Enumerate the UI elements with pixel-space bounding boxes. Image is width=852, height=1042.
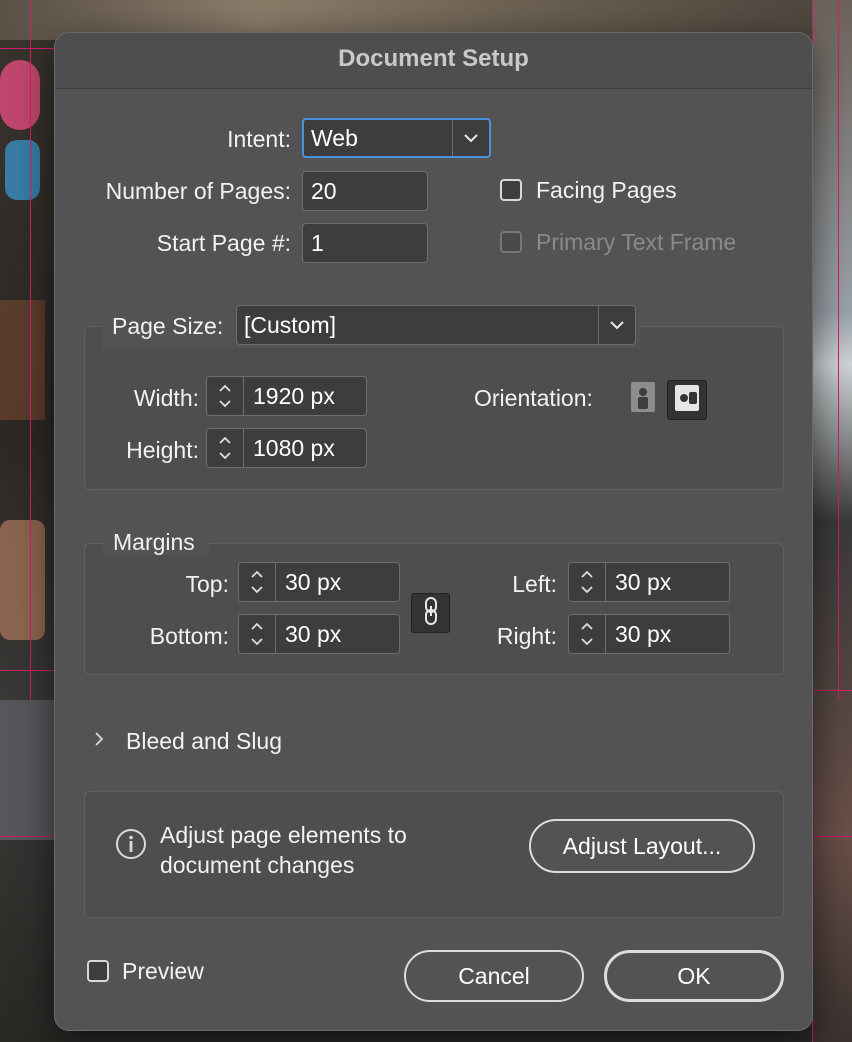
chain-link-icon	[423, 596, 439, 631]
start-page-label: Start Page #:	[156, 230, 291, 256]
intent-dropdown[interactable]: Web	[302, 118, 491, 158]
margin-right-label: Right:	[496, 623, 557, 649]
dialog-titlebar[interactable]: Document Setup	[55, 33, 812, 89]
adjust-text-line1: Adjust page elements to	[160, 822, 407, 848]
margin-right-spinner[interactable]: 30 px	[568, 614, 730, 654]
adjust-layout-button[interactable]: Adjust Layout...	[529, 819, 755, 873]
orientation-label: Orientation:	[474, 385, 593, 411]
bleed-and-slug-label: Bleed and Slug	[126, 727, 283, 754]
height-spinner[interactable]: 1080 px	[206, 428, 367, 468]
margin-left-value: 30 px	[615, 569, 672, 595]
cancel-button[interactable]: Cancel	[404, 950, 584, 1002]
landscape-button[interactable]	[667, 380, 707, 420]
width-value: 1920 px	[253, 383, 335, 409]
margin-right-value: 30 px	[615, 621, 672, 647]
margin-bottom-label: Bottom:	[149, 623, 229, 649]
facing-pages-label: Facing Pages	[536, 177, 677, 203]
intent-label: Intent:	[227, 126, 291, 152]
spinner-arrows-icon[interactable]	[207, 429, 244, 467]
facing-pages-checkbox[interactable]	[500, 179, 522, 201]
margin-top-label: Top:	[185, 571, 229, 597]
spinner-arrows-icon[interactable]	[239, 615, 276, 653]
chevron-right-icon	[95, 731, 104, 751]
document-setup-dialog: Document Setup Intent: Web Number of Pag…	[55, 33, 812, 1030]
bleed-and-slug-disclosure[interactable]: Bleed and Slug	[95, 726, 282, 756]
ok-button[interactable]: OK	[604, 950, 784, 1002]
width-spinner[interactable]: 1920 px	[206, 376, 367, 416]
dialog-title: Document Setup	[338, 45, 529, 72]
margin-left-spinner[interactable]: 30 px	[568, 562, 730, 602]
portrait-button[interactable]	[625, 380, 661, 418]
primary-text-frame-checkbox[interactable]	[500, 231, 522, 253]
number-of-pages-label: Number of Pages:	[105, 178, 291, 204]
intent-value: Web	[311, 125, 358, 151]
height-label: Height:	[126, 437, 199, 463]
margin-left-label: Left:	[512, 571, 557, 597]
start-page-input[interactable]: 1	[302, 223, 428, 263]
portrait-icon	[630, 381, 656, 418]
margins-legend: Margins	[113, 529, 195, 555]
margin-top-value: 30 px	[285, 569, 342, 595]
spinner-arrows-icon[interactable]	[569, 563, 606, 601]
landscape-icon	[673, 383, 701, 418]
chevron-down-icon	[452, 120, 489, 156]
info-icon	[115, 828, 147, 865]
preview-checkbox[interactable]	[87, 960, 109, 982]
page-size-value: [Custom]	[244, 312, 337, 338]
number-of-pages-input[interactable]: 20	[302, 171, 428, 211]
margin-bottom-spinner[interactable]: 30 px	[238, 614, 400, 654]
height-value: 1080 px	[253, 435, 335, 461]
spinner-arrows-icon[interactable]	[207, 377, 244, 415]
margin-bottom-value: 30 px	[285, 621, 342, 647]
adjust-text-line2: document changes	[160, 852, 355, 878]
page-size-dropdown[interactable]: [Custom]	[236, 305, 636, 345]
chevron-down-icon	[598, 306, 635, 344]
primary-text-frame-label: Primary Text Frame	[536, 229, 737, 255]
page-size-label: Page Size:	[112, 313, 224, 339]
width-label: Width:	[133, 385, 199, 411]
margin-top-spinner[interactable]: 30 px	[238, 562, 400, 602]
spinner-arrows-icon[interactable]	[569, 615, 606, 653]
spinner-arrows-icon[interactable]	[239, 563, 276, 601]
preview-label: Preview	[122, 958, 204, 984]
link-margins-button[interactable]	[411, 593, 450, 633]
